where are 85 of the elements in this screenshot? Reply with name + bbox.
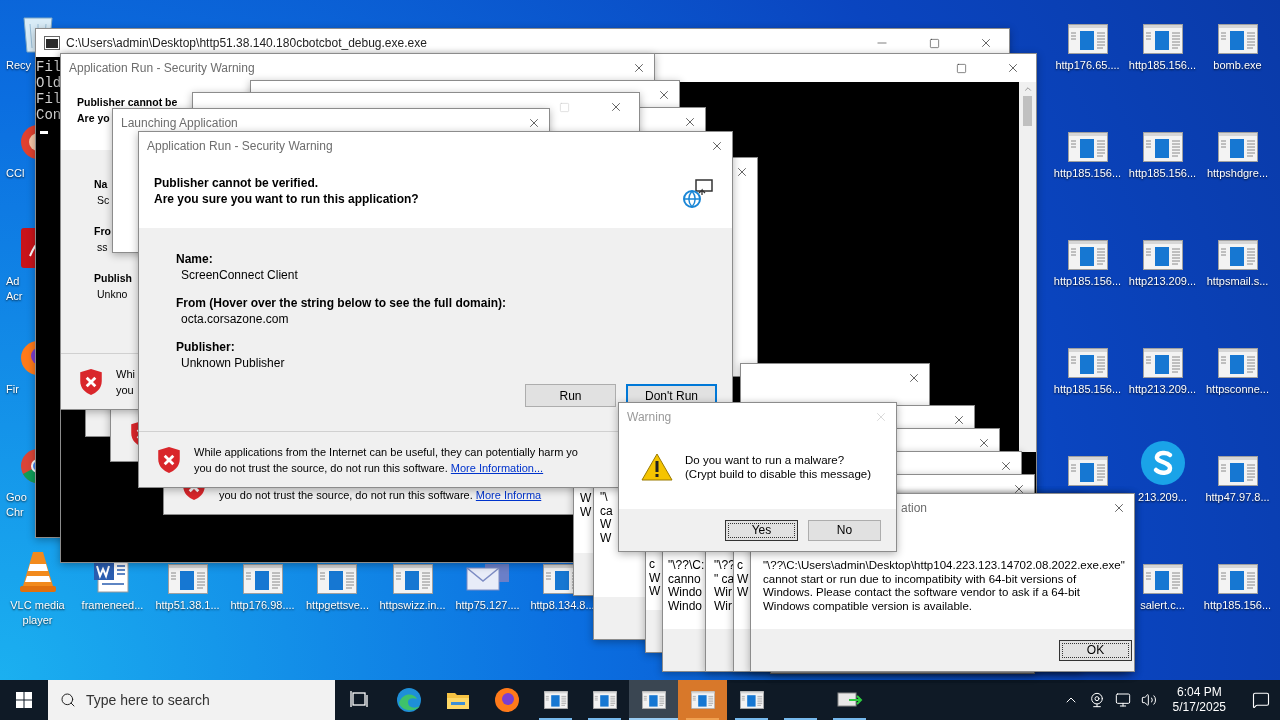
icon-label: http185.156... [1128,166,1197,181]
field-value: Unkno [96,287,128,302]
header-text: Are yo [77,111,110,126]
icon-label: http75.127.... [455,598,520,613]
field-label: From (Hover over the string below to see the full domain): [176,295,507,311]
message-text: (Crypt build to disable this message) [685,467,871,481]
message-text: "\??\C: [668,559,705,573]
icon-label: Ad Acr [5,274,24,304]
icon-label: httpsmail.s... [1206,274,1269,289]
message-text: Wir [714,599,732,613]
icon-label: VLC media player [9,598,66,628]
message-text: W [580,492,592,506]
field-value: Unknown Publisher [180,355,285,371]
message-text: cannot start or run due to incompatibity with 64-bit versions of [763,572,1077,586]
message-text: Windows compatible version is available. [763,599,972,613]
field-label: Na [94,177,108,192]
icon-label: CCl [5,166,26,181]
console-text: Fil [36,91,62,107]
notice-text: Whi [116,366,135,382]
icon-label: bomb.exe [1213,58,1262,73]
message-text: W [649,571,661,585]
icon-label: frameneed... [81,598,144,613]
icon-label: http185.156... [1203,598,1272,613]
window-title: Launching Application [121,115,238,132]
notice-text: While applications from the Internet can be useful, they can potentially harm yo you do not trust the source, do not run this software. More Information... [194,444,578,476]
icon-label: http185.156... [1053,274,1122,289]
field-value: ss [96,240,108,255]
field-label: Publish [94,271,132,286]
icon-label: http213.209... [1128,274,1197,289]
message-text: c [649,558,655,572]
field-value: Sc [96,193,110,208]
console-text: Old [36,75,62,91]
console-text: Fil [36,59,62,75]
clock-date: 5/17/2025 [1172,700,1226,715]
message-text: Windo [668,599,702,613]
icon-label: http47.97.8... [1205,490,1270,505]
icon-label: http176.98.... [230,598,295,613]
message-text: W [600,531,612,545]
icon-label: salert.c... [1140,598,1185,613]
message-text: ca [600,504,613,518]
message-text: W [737,572,749,586]
message-text: Do you want to run a malware? [685,453,846,467]
window-title: C:\Users\admin\Desktop\http51.38.140.180cbotcbot_debug.exe.exe [66,35,427,52]
icon-label: http185.156... [1128,58,1197,73]
message-text: "\ [600,491,608,505]
message-text: W [580,505,592,519]
message-text: Windo [668,586,702,600]
icon-label: http185.156... [1053,166,1122,181]
icon-label: http51.38.1... [155,598,220,613]
icon-label: 213.209... [1138,490,1187,505]
icon-label: http176.65.... [1055,58,1120,73]
field-label: Name: [176,251,213,267]
icon-label: httpgettsve... [306,598,369,613]
window-title: Application Run - Security Warning [147,138,333,155]
message-text: Wir [714,586,732,600]
icon-label: httpswizz.in... [379,598,446,613]
icon-label: http213.209... [1128,382,1197,397]
message-text: Windows. Please contact the software vendor to ask if a 64-bit [763,586,1081,600]
message-text: " ca [714,572,735,586]
console-text: Con [36,107,62,123]
message-text: c [737,559,743,573]
icon-label: httpshdgre... [1206,166,1269,181]
notice-text: you [116,382,135,398]
field-value: octa.corsazone.com [180,311,289,327]
icon-label: Fir [5,382,20,397]
window-title: ation [901,500,928,517]
icon-label: Recy [5,58,32,73]
clock-time: 6:04 PM [1176,685,1222,700]
icon-label: Goo Chr [5,490,28,520]
icon-label: http185.156... [1053,382,1122,397]
message-text: canno [668,572,701,586]
window-title: Warning [627,409,672,426]
field-label: Publisher: [176,339,235,355]
message-text: W [600,518,612,532]
field-value: ScreenConnect Client [180,267,298,283]
message-text: W [737,586,749,600]
message-text: "\??\C:\Users\admin\Desktop\http104.223.123.14702.08.2022.exe.exe" [763,559,1125,573]
header-text: Are you sure you want to run this application? [154,191,419,207]
field-label: Fro [94,224,111,239]
window-title: Application Run - Security Warning [69,60,255,77]
icon-label: httpsconne... [1206,382,1269,397]
message-text: W [649,585,661,599]
icon-label: http8.134.8... [530,598,595,613]
header-text: Publisher cannot be verified. [154,175,320,191]
header-text: Publisher cannot be [77,95,178,110]
